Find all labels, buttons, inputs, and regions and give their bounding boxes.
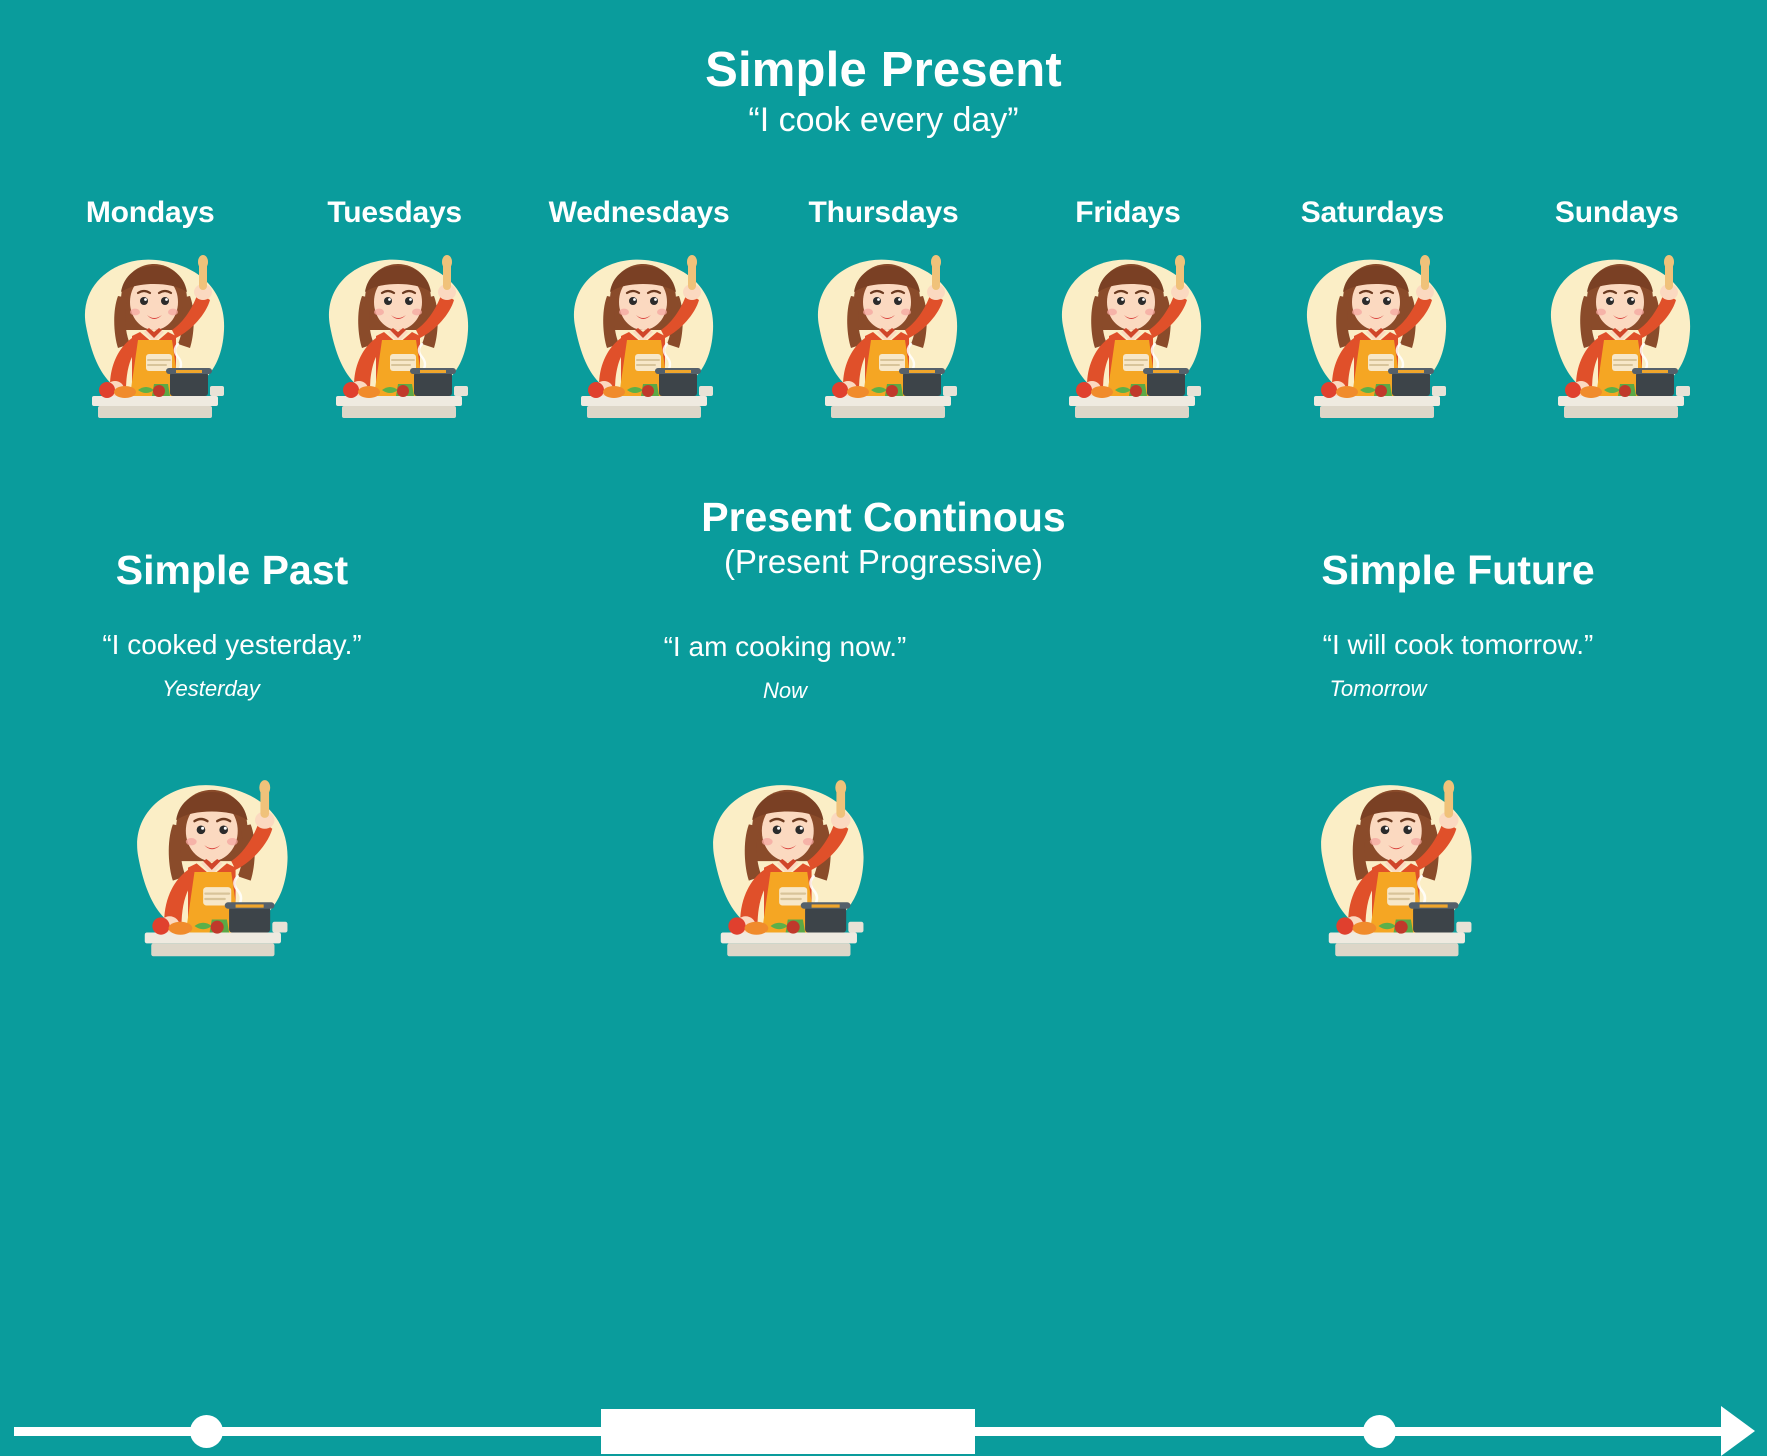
timeline-label-yesterday: Yesterday — [162, 676, 260, 701]
cooking-woman-illustration — [684, 768, 884, 963]
weekday-item-wednesday: Wednesdays — [517, 196, 761, 424]
simple-future-heading-block: Simple Future — [1178, 547, 1738, 594]
simple-future-quote: “I will cook tomorrow.” — [1322, 629, 1594, 660]
simple-past-heading-block: Simple Past — [22, 547, 442, 594]
cooking-woman-illustration — [547, 244, 732, 424]
simple-past-title: Simple Past — [115, 547, 349, 593]
cooking-woman-illustration — [1280, 244, 1465, 424]
weekday-label: Tuesdays — [327, 196, 462, 229]
cooking-woman-illustration — [1292, 768, 1492, 963]
page-title: Simple Present — [705, 43, 1062, 97]
arrow-right-icon — [1721, 1406, 1755, 1456]
weekday-label: Mondays — [85, 196, 215, 229]
simple-past-quote: “I cooked yesterday.” — [102, 629, 362, 660]
weekday-label: Fridays — [1075, 196, 1181, 229]
cooking-woman-illustration — [58, 244, 243, 424]
weekday-item-friday: Fridays — [1006, 196, 1250, 424]
present-continuous-title: Present Continous — [701, 494, 1066, 540]
weekday-item-tuesday: Tuesdays — [272, 196, 516, 424]
cooking-woman-illustration — [791, 244, 976, 424]
simple-future-title: Simple Future — [1321, 547, 1595, 593]
weekday-label: Sundays — [1554, 196, 1679, 229]
timeline-dot-icon-yesterday — [190, 1415, 223, 1448]
cooking-woman-illustration — [1524, 244, 1709, 424]
present-continuous-quote: “I am cooking now.” — [663, 631, 907, 662]
weekday-item-sunday: Sundays — [1495, 196, 1739, 424]
cooking-woman-illustration — [1035, 244, 1220, 424]
weekday-label: Wednesdays — [548, 196, 730, 229]
cooking-woman-illustration — [302, 244, 487, 424]
weekday-item-saturday: Saturdays — [1250, 196, 1494, 424]
timeline-bar-icon — [601, 1409, 975, 1454]
weekday-item-monday: Mondays — [28, 196, 272, 424]
weekday-item-thursday: Thursdays — [761, 196, 1005, 424]
cooking-woman-illustration — [108, 768, 308, 963]
weekday-row: Mondays Tuesdays Wednesdays Thursdays Fr… — [28, 196, 1739, 424]
weekday-label: Saturdays — [1300, 196, 1444, 229]
weekday-label: Thursdays — [808, 196, 959, 229]
timeline-label-tomorrow: Tomorrow — [1329, 676, 1427, 701]
timeline-dot-icon-tomorrow — [1363, 1415, 1396, 1448]
header: Simple Present “I cook every day” — [0, 44, 1767, 140]
page-subtitle-quote: “I cook every day” — [748, 100, 1019, 139]
